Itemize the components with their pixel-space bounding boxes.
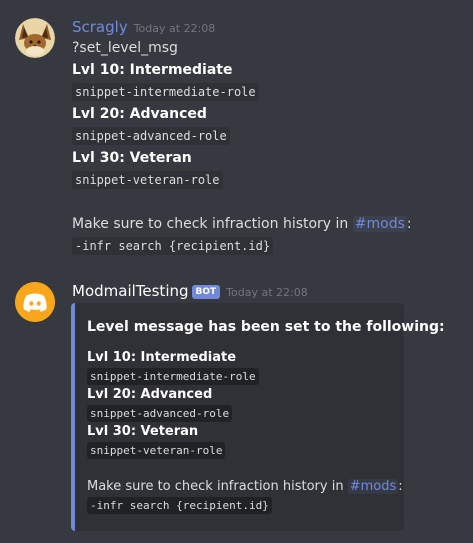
embed-note-text: Make sure to check infraction history in xyxy=(87,479,348,494)
username[interactable]: Scragly xyxy=(72,18,128,36)
channel-mention-mods[interactable]: #mods xyxy=(352,216,407,232)
embed-lvl20-label: Lvl 20: Advanced xyxy=(87,387,213,402)
embed-note-colon: : xyxy=(398,479,403,494)
lvl30-label: Lvl 30: Veteran xyxy=(72,150,192,166)
timestamp: Today at 22:08 xyxy=(226,286,308,299)
lvl10-snippet-code: snippet-intermediate-role xyxy=(72,83,259,101)
note-line: Make sure to check infraction history in… xyxy=(72,213,473,235)
lvl20-label: Lvl 20: Advanced xyxy=(72,106,207,122)
discord-logo-icon xyxy=(15,282,55,322)
avatar[interactable] xyxy=(15,282,55,322)
lvl10-label: Lvl 10: Intermediate xyxy=(72,62,233,78)
embed-infr-command-code: -infr search {recipient.id} xyxy=(87,496,272,514)
embed-title: Level message has been set to the follow… xyxy=(87,319,445,335)
embed-lvl20-snippet-code: snippet-advanced-role xyxy=(87,404,233,422)
note-text: Make sure to check infraction history in xyxy=(72,216,353,232)
message-header: ModmailTesting BOT Today at 22:08 xyxy=(72,281,473,301)
embed-lvl10-snippet-code: snippet-intermediate-role xyxy=(87,367,259,385)
note-colon: : xyxy=(406,216,412,232)
message-header: Scragly Today at 22:08 xyxy=(72,17,473,37)
embed-lvl30-snippet-code: snippet-veteran-role xyxy=(87,441,226,459)
embed-channel-mention-mods[interactable]: #mods xyxy=(347,479,399,494)
infr-command-code: -infr search {recipient.id} xyxy=(72,237,274,255)
embed: Level message has been set to the follow… xyxy=(71,303,445,531)
embed-lvl30-label: Lvl 30: Veteran xyxy=(87,424,199,439)
bot-tag: BOT xyxy=(191,285,221,299)
lvl30-snippet-code: snippet-veteran-role xyxy=(72,171,223,189)
username[interactable]: ModmailTesting xyxy=(72,282,189,300)
timestamp: Today at 22:08 xyxy=(133,22,216,35)
command-text: ?set_level_msg xyxy=(72,40,178,56)
eevee-avatar-icon xyxy=(15,18,55,58)
embed-body: Lvl 10: Intermediate snippet-intermediat… xyxy=(87,349,403,515)
lvl20-snippet-code: snippet-advanced-role xyxy=(72,127,230,145)
embed-note-line: Make sure to check infraction history in… xyxy=(87,478,403,497)
embed-lvl10-label: Lvl 10: Intermediate xyxy=(87,350,237,365)
avatar[interactable] xyxy=(15,18,55,58)
